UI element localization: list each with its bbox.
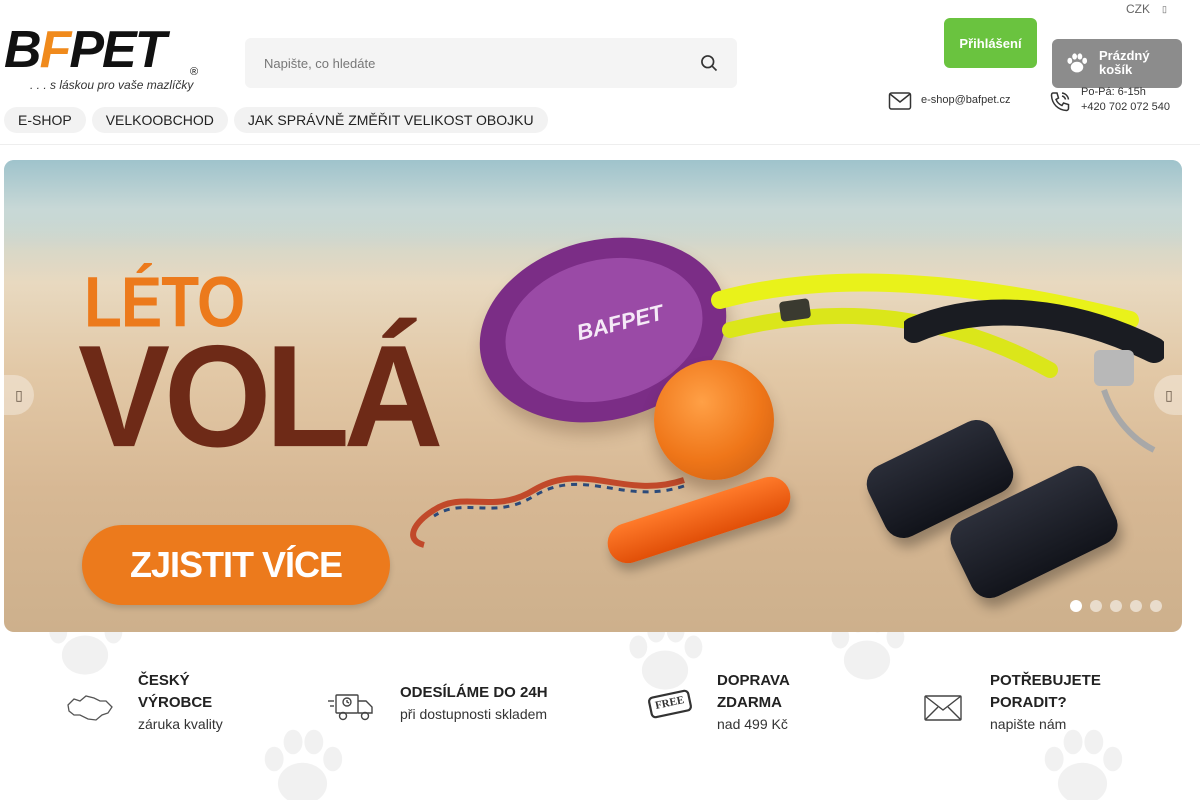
chevron-right-icon: ▯ bbox=[1165, 386, 1173, 403]
contact-hours: Po-Pá: 6-15h bbox=[1081, 86, 1146, 98]
feature-title: ODESÍLÁME DO 24H bbox=[400, 684, 548, 701]
main-nav: E-SHOP VELKOOBCHOD JAK SPRÁVNĚ ZMĚŘIT VE… bbox=[4, 107, 548, 133]
feature-contact-us[interactable]: POTŘEBUJETE PORADIT? napište nám bbox=[922, 670, 1162, 740]
hero-cta-button[interactable]: ZJISTIT VÍCE bbox=[82, 525, 390, 605]
slider-dot[interactable] bbox=[1110, 600, 1122, 612]
contact-phone[interactable]: +420 702 072 540 bbox=[1081, 101, 1170, 113]
logo-registered-mark: ® bbox=[190, 66, 199, 78]
search-box bbox=[245, 38, 737, 88]
slider-dot[interactable] bbox=[1130, 600, 1142, 612]
slider-prev-button[interactable]: ▯ bbox=[4, 375, 34, 415]
site-header: BFPET ® . . . s láskou pro vaše mazlíčky… bbox=[0, 0, 1200, 145]
phone-icon bbox=[1050, 92, 1070, 112]
logo-tagline: . . . s láskou pro vaše mazlíčky bbox=[30, 78, 194, 92]
delivery-truck-icon bbox=[328, 694, 373, 721]
logo-wordmark: BFPET bbox=[4, 21, 166, 79]
sea-background bbox=[4, 160, 1182, 250]
envelope-icon bbox=[888, 92, 912, 110]
contact-email[interactable]: e-shop@bafpet.cz bbox=[921, 94, 1010, 106]
feature-czech-producer: ČESKÝ VÝROBCE záruka kvality bbox=[66, 670, 286, 740]
paw-cart-icon bbox=[1067, 53, 1088, 73]
feature-subtitle: záruka kvality bbox=[138, 716, 223, 732]
slider-dot[interactable] bbox=[1150, 600, 1162, 612]
nav-item-velkoobchod[interactable]: VELKOOBCHOD bbox=[91, 107, 228, 133]
slider-dots bbox=[1070, 600, 1162, 612]
nav-item-collar-size[interactable]: JAK SPRÁVNĚ ZMĚŘIT VELIKOST OBOJKU bbox=[233, 107, 548, 133]
feature-title: DOPRAVA ZDARMA bbox=[717, 672, 790, 711]
currency-selector[interactable]: CZK bbox=[1126, 2, 1150, 16]
hero-banner[interactable]: BAFPET LÉTO VOLÁ ZJISTIT VÍCE ▯ ▯ bbox=[4, 160, 1182, 632]
envelope-icon bbox=[924, 695, 962, 721]
slider-dot[interactable] bbox=[1070, 600, 1082, 612]
feature-shipping-24h: ODESÍLÁME DO 24H při dostupnosti skladem bbox=[328, 670, 588, 740]
chevron-left-icon: ▯ bbox=[15, 386, 23, 403]
orange-ball-toy-image bbox=[654, 360, 774, 480]
feature-subtitle: při dostupnosti skladem bbox=[400, 706, 548, 722]
feature-subtitle: nad 499 Kč bbox=[717, 716, 788, 732]
slider-dot[interactable] bbox=[1090, 600, 1102, 612]
feature-title: ČESKÝ VÝROBCE bbox=[138, 672, 213, 711]
chevron-down-icon[interactable]: ▯ bbox=[1162, 4, 1167, 15]
cart-label: Prázdný košík bbox=[1099, 48, 1150, 77]
feature-title: POTŘEBUJETE PORADIT? bbox=[990, 672, 1101, 711]
cart-button[interactable]: Prázdný košík bbox=[1052, 39, 1182, 88]
feature-subtitle: napište nám bbox=[990, 716, 1067, 732]
search-input[interactable] bbox=[245, 38, 685, 88]
feature-free-delivery: FREE DOPRAVA ZDARMA nad 499 Kč bbox=[646, 670, 866, 740]
bafpet-logo[interactable]: BFPET ® . . . s láskou pro vaše mazlíčky bbox=[4, 22, 204, 96]
nav-item-eshop[interactable]: E-SHOP bbox=[4, 107, 86, 133]
czech-map-icon bbox=[67, 695, 113, 721]
search-icon[interactable] bbox=[699, 53, 719, 73]
login-button[interactable]: Přihlášení bbox=[944, 18, 1037, 68]
hero-title-big: VOLÁ bbox=[78, 315, 443, 478]
